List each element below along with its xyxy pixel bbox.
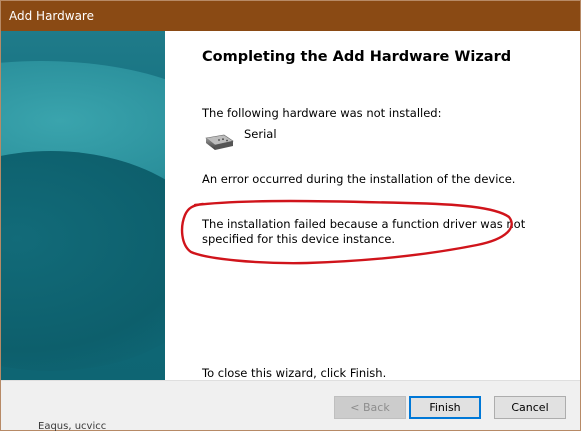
window-title: Add Hardware	[9, 9, 94, 23]
wizard-content: Completing the Add Hardware Wizard The f…	[1, 31, 580, 380]
close-instruction: To close this wizard, click Finish.	[202, 366, 387, 380]
error-message: An error occurred during the installatio…	[202, 172, 516, 186]
wizard-heading: Completing the Add Hardware Wizard	[202, 49, 512, 65]
back-button[interactable]: < Back	[334, 396, 406, 419]
serial-device-icon	[205, 134, 234, 150]
failure-reason-line-2: specified for this device instance.	[202, 232, 396, 246]
background-window-text: Eaqus, ucvicc	[38, 421, 107, 432]
failure-reason-line-1: The installation failed because a functi…	[202, 217, 526, 231]
not-installed-label: The following hardware was not installed…	[202, 106, 442, 120]
banner-shadow-shape	[1, 151, 165, 371]
wizard-banner-image	[1, 31, 165, 380]
add-hardware-window: Add Hardware Completing the Add Hardware…	[0, 0, 581, 431]
device-name: Serial	[244, 127, 277, 141]
finish-button[interactable]: Finish	[409, 396, 481, 419]
title-bar[interactable]: Add Hardware	[1, 1, 580, 31]
cancel-button[interactable]: Cancel	[494, 396, 566, 419]
